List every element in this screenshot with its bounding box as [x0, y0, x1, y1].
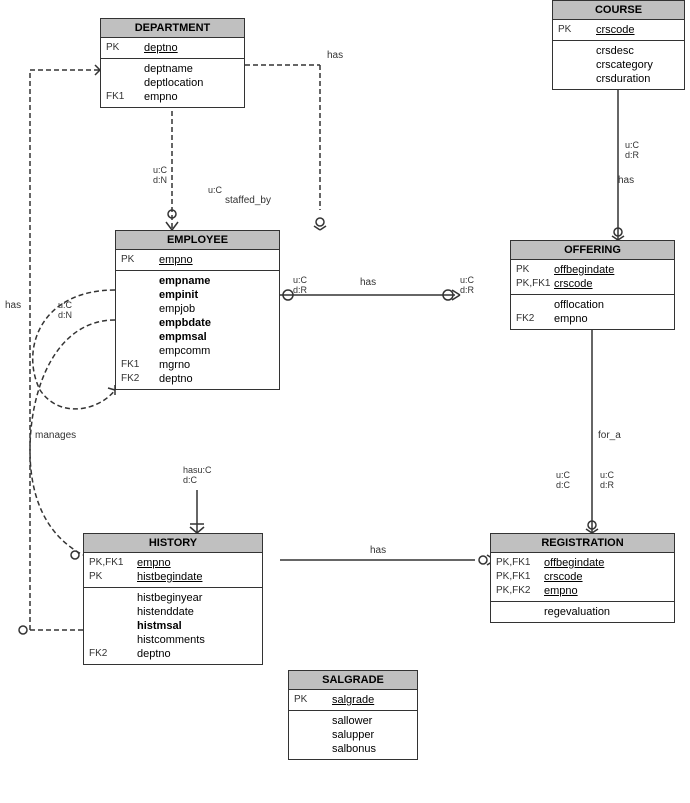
- emp-pk-attr: empno: [159, 254, 193, 266]
- course-crsduration: crsduration: [596, 73, 650, 85]
- course-pk-attr: crscode: [596, 24, 635, 36]
- employee-attr-section: empname empinit empjob empbdate empmsal …: [116, 271, 279, 389]
- employee-title: EMPLOYEE: [116, 231, 279, 250]
- course-offering-constraint: u:Cd:R: [625, 140, 639, 160]
- dept-empno: empno: [144, 91, 178, 103]
- salgrade-entity: SALGRADE PK salgrade sallower salupper s…: [288, 670, 418, 760]
- course-pk-section: PK crscode: [553, 20, 684, 41]
- emp-empcomm: empcomm: [159, 345, 210, 357]
- course-attr-section: crsdesc crscategory crsduration: [553, 41, 684, 89]
- salgrade-pk-section: PK salgrade: [289, 690, 417, 711]
- offering-pk-section: PK offbegindate PK,FK1 crscode: [511, 260, 674, 295]
- course-entity: COURSE PK crscode crsdesc crscategory cr…: [552, 0, 685, 90]
- employee-pk-section: PK empno: [116, 250, 279, 271]
- emp-offering-constraint2: u:Cd:R: [460, 275, 474, 295]
- staffed-by-label: staffed_by: [225, 195, 271, 206]
- dept-emp-constraint2: u:C: [208, 185, 222, 195]
- history-deptno: deptno: [137, 648, 171, 660]
- department-attr-section: deptname deptlocation FK1 empno: [101, 59, 244, 107]
- reg-pk2: crscode: [544, 571, 583, 583]
- dept-deptname: deptname: [144, 63, 193, 75]
- manages-label: manages: [35, 430, 76, 441]
- emp-deptno: deptno: [159, 373, 193, 385]
- registration-attr-section: regevaluation: [491, 602, 674, 622]
- course-crsdesc: crsdesc: [596, 45, 634, 57]
- dept-pk-key: PK: [106, 42, 144, 53]
- history-histenddate: histenddate: [137, 606, 194, 618]
- has-left-label: has: [5, 300, 21, 311]
- reg-pk3: empno: [544, 585, 578, 597]
- history-pk-section: PK,FK1 empno PK histbegindate: [84, 553, 262, 588]
- emp-self-constraint: u:Cd:N: [58, 300, 72, 320]
- course-crscategory: crscategory: [596, 59, 653, 71]
- history-pk1: empno: [137, 557, 171, 569]
- for-a-label: for_a: [598, 430, 621, 441]
- offering-reg-constraint2: u:Cd:C: [556, 470, 570, 490]
- history-pk2: histbegindate: [137, 571, 202, 583]
- salgrade-salbonus: salbonus: [332, 743, 376, 755]
- emp-mgrno: mgrno: [159, 359, 190, 371]
- offering-pk1: offbegindate: [554, 264, 614, 276]
- registration-entity: REGISTRATION PK,FK1 offbegindate PK,FK1 …: [490, 533, 675, 623]
- emp-empname: empname: [159, 275, 210, 287]
- offering-title: OFFERING: [511, 241, 674, 260]
- course-title: COURSE: [553, 1, 684, 20]
- salgrade-pk: salgrade: [332, 694, 374, 706]
- dept-deptlocation: deptlocation: [144, 77, 203, 89]
- history-histmsal: histmsal: [137, 620, 182, 632]
- registration-pk-section: PK,FK1 offbegindate PK,FK1 crscode PK,FK…: [491, 553, 674, 602]
- offering-entity: OFFERING PK offbegindate PK,FK1 crscode …: [510, 240, 675, 330]
- offering-empno: empno: [554, 313, 588, 325]
- employee-entity: EMPLOYEE PK empno empname empinit empjob: [115, 230, 280, 390]
- has-dept-label: has: [327, 50, 343, 61]
- history-title: HISTORY: [84, 534, 262, 553]
- has-emp-hist-label: has: [370, 545, 386, 556]
- department-pk-section: PK deptno: [101, 38, 244, 59]
- dept-emp-constraint1: u:Cd:N: [153, 165, 167, 185]
- department-title: DEPARTMENT: [101, 19, 244, 38]
- salgrade-title: SALGRADE: [289, 671, 417, 690]
- reg-pk1: offbegindate: [544, 557, 604, 569]
- has-emp-offering-label: has: [360, 277, 376, 288]
- emp-empmsal: empmsal: [159, 331, 207, 343]
- reg-regevaluation: regevaluation: [544, 606, 610, 618]
- salgrade-sallower: sallower: [332, 715, 372, 727]
- offering-pk2: crscode: [554, 278, 593, 290]
- emp-hist-constraint: hasu:Cd:C: [183, 465, 212, 485]
- emp-offering-constraint1: u:Cd:R: [293, 275, 307, 295]
- dept-pk-attr: deptno: [144, 42, 178, 54]
- history-histcomments: histcomments: [137, 634, 205, 646]
- emp-empinit: empinit: [159, 289, 198, 301]
- history-histbeginyear: histbeginyear: [137, 592, 202, 604]
- offering-offlocation: offlocation: [554, 299, 604, 311]
- offering-reg-constraint1: u:Cd:R: [600, 470, 614, 490]
- registration-title: REGISTRATION: [491, 534, 674, 553]
- emp-empbdate: empbdate: [159, 317, 211, 329]
- department-entity: DEPARTMENT PK deptno deptname deptlocati…: [100, 18, 245, 108]
- history-attr-section: histbeginyear histenddate histmsal histc…: [84, 588, 262, 664]
- erd-diagram: staffed_by has has has has for_a manages…: [0, 0, 690, 803]
- has-course-label: has: [618, 175, 634, 186]
- salgrade-attr-section: sallower salupper salbonus: [289, 711, 417, 759]
- history-entity: HISTORY PK,FK1 empno PK histbegindate hi…: [83, 533, 263, 665]
- salgrade-salupper: salupper: [332, 729, 374, 741]
- emp-empjob: empjob: [159, 303, 195, 315]
- offering-attr-section: offlocation FK2 empno: [511, 295, 674, 329]
